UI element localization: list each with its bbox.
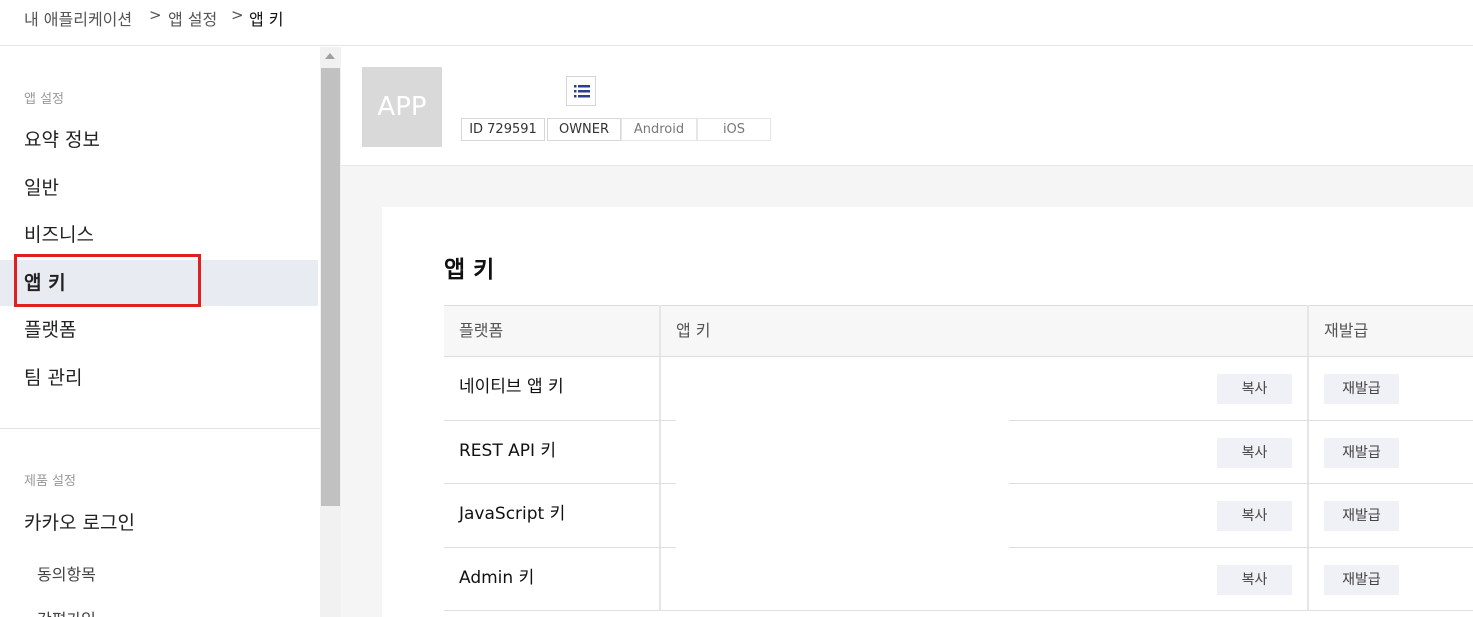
table-row: REST API 키 복사 재발급 bbox=[444, 421, 1473, 485]
table-row: Admin 키 복사 재발급 bbox=[444, 548, 1473, 612]
page-title: 앱 키 bbox=[444, 257, 495, 283]
sidebar-item-platform[interactable]: 플랫폼 bbox=[0, 307, 318, 353]
copy-button[interactable]: 복사 bbox=[1217, 565, 1292, 595]
platform-label: JavaScript 키 bbox=[459, 504, 566, 524]
copy-button[interactable]: 복사 bbox=[1217, 501, 1292, 531]
sidebar-subitem-consent[interactable]: 동의항목 bbox=[37, 561, 96, 585]
breadcrumb-app-settings[interactable]: 앱 설정 bbox=[168, 6, 217, 30]
table-header-row: 플랫폼 앱 키 재발급 bbox=[444, 305, 1473, 356]
platform-label: 네이티브 앱 키 bbox=[459, 377, 564, 397]
sidebar-item-summary[interactable]: 요약 정보 bbox=[0, 117, 318, 163]
reissue-button[interactable]: 재발급 bbox=[1324, 501, 1399, 531]
breadcrumb-separator: > bbox=[149, 6, 162, 24]
tag-android: Android bbox=[621, 118, 697, 141]
table-row: 네이티브 앱 키 복사 재발급 bbox=[444, 357, 1473, 421]
sidebar-section-app-settings: 앱 설정 bbox=[24, 92, 65, 107]
sidebar-item-team[interactable]: 팀 관리 bbox=[0, 355, 318, 401]
breadcrumb-app-keys: 앱 키 bbox=[249, 10, 284, 29]
breadcrumb: 내 애플리케이션 > 앱 설정 > 앱 키 bbox=[0, 0, 1473, 46]
header-reissue: 재발급 bbox=[1324, 321, 1369, 340]
reissue-button[interactable]: 재발급 bbox=[1324, 438, 1399, 468]
sidebar: 앱 설정 요약 정보 일반 비즈니스 앱 키 플랫폼 팀 관리 제품 설정 카카… bbox=[0, 47, 320, 617]
header-app-key: 앱 키 bbox=[676, 321, 711, 340]
main-content: APP ID 729591 OWNER Android iOS 앱 키 플랫폼 … bbox=[341, 47, 1473, 617]
sidebar-item-business[interactable]: 비즈니스 bbox=[0, 212, 318, 258]
platform-label: REST API 키 bbox=[459, 441, 557, 461]
header-platform: 플랫폼 bbox=[459, 321, 504, 340]
app-header: APP ID 729591 OWNER Android iOS bbox=[341, 47, 1473, 166]
platform-label: Admin 키 bbox=[459, 568, 535, 588]
tag-ios: iOS bbox=[697, 118, 771, 141]
tag-owner: OWNER bbox=[547, 118, 621, 141]
sidebar-item-kakao-login[interactable]: 카카오 로그인 bbox=[0, 500, 318, 546]
app-keys-card: 앱 키 플랫폼 앱 키 재발급 네이티브 앱 키 복사 재발급 REST API… bbox=[382, 207, 1473, 617]
scroll-up-icon[interactable] bbox=[325, 53, 335, 59]
highlight-annotation bbox=[14, 254, 201, 307]
tag-app-id: ID 729591 bbox=[461, 118, 545, 141]
breadcrumb-my-apps[interactable]: 내 애플리케이션 bbox=[24, 6, 132, 30]
list-icon bbox=[574, 85, 590, 98]
scroll-thumb[interactable] bbox=[321, 68, 340, 506]
table-row: JavaScript 키 복사 재발급 bbox=[444, 484, 1473, 548]
sidebar-scrollbar[interactable] bbox=[320, 47, 341, 617]
app-logo: APP bbox=[362, 67, 442, 147]
sidebar-divider bbox=[0, 428, 320, 429]
reissue-button[interactable]: 재발급 bbox=[1324, 565, 1399, 595]
sidebar-item-general[interactable]: 일반 bbox=[0, 165, 318, 211]
copy-button[interactable]: 복사 bbox=[1217, 374, 1292, 404]
reissue-button[interactable]: 재발급 bbox=[1324, 374, 1399, 404]
sidebar-subitem-simple-signup[interactable]: 간편가입 bbox=[37, 606, 96, 617]
copy-button[interactable]: 복사 bbox=[1217, 438, 1292, 468]
sidebar-section-products: 제품 설정 bbox=[24, 474, 76, 489]
list-icon[interactable] bbox=[566, 76, 596, 106]
breadcrumb-separator: > bbox=[231, 6, 244, 24]
